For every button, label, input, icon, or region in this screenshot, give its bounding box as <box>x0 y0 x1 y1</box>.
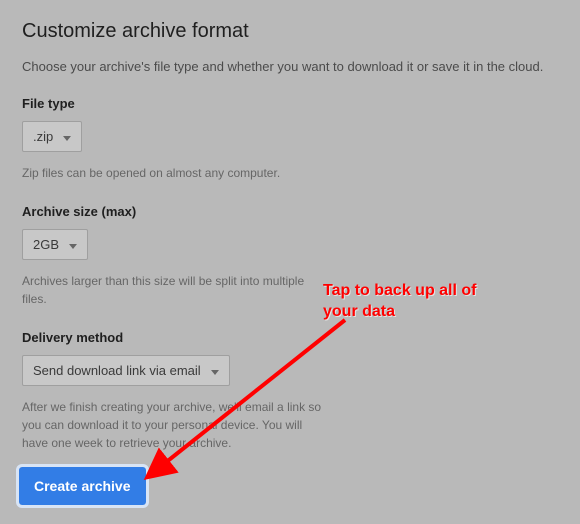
caret-down-icon <box>211 363 219 378</box>
archive-size-dropdown[interactable]: 2GB <box>22 229 88 260</box>
caret-down-icon <box>63 129 71 144</box>
delivery-method-value: Send download link via email <box>33 363 201 378</box>
file-type-section: File type .zip Zip files can be opened o… <box>22 96 558 182</box>
file-type-label: File type <box>22 96 558 111</box>
annotation-text: Tap to back up all of your data <box>323 281 477 323</box>
archive-size-section: Archive size (max) 2GB Archives larger t… <box>22 204 558 308</box>
archive-size-label: Archive size (max) <box>22 204 558 219</box>
page-title: Customize archive format <box>22 20 558 43</box>
archive-size-value: 2GB <box>33 237 59 252</box>
delivery-method-dropdown[interactable]: Send download link via email <box>22 355 230 386</box>
delivery-method-label: Delivery method <box>22 330 558 345</box>
file-type-value: .zip <box>33 129 53 144</box>
delivery-method-section: Delivery method Send download link via e… <box>22 330 558 452</box>
create-archive-button[interactable]: Create archive <box>19 467 146 505</box>
archive-size-helper: Archives larger than this size will be s… <box>22 272 322 308</box>
file-type-dropdown[interactable]: .zip <box>22 121 82 152</box>
file-type-helper: Zip files can be opened on almost any co… <box>22 164 322 182</box>
page-subtitle: Choose your archive's file type and whet… <box>22 59 558 74</box>
caret-down-icon <box>69 237 77 252</box>
delivery-method-helper: After we finish creating your archive, w… <box>22 398 322 452</box>
